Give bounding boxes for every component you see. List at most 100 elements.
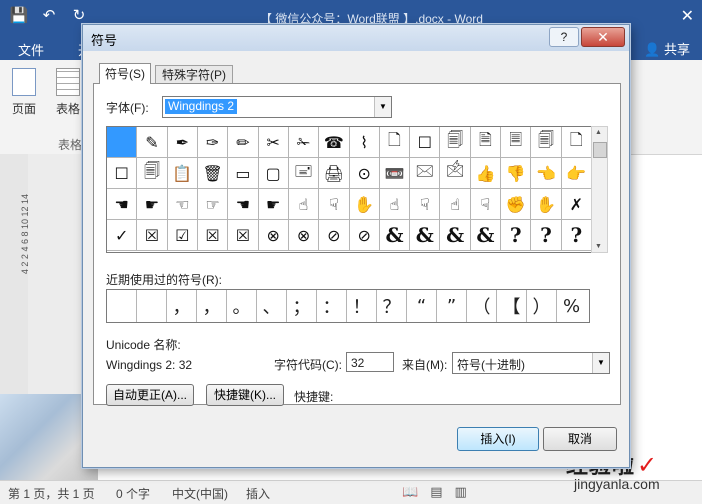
tab-file[interactable]: 文件 — [18, 40, 44, 59]
symbol-cell[interactable]: ✋ — [349, 189, 380, 220]
recent-symbol-cell[interactable]: （ — [467, 290, 497, 322]
symbol-cell[interactable]: ✑ — [197, 127, 229, 158]
symbol-cell[interactable]: ✒ — [167, 127, 198, 158]
symbol-cell[interactable]: & — [379, 220, 411, 251]
from-select[interactable]: 符号(十进制) ▼ — [452, 352, 610, 374]
symbol-cell[interactable]: ☐ — [410, 127, 441, 158]
share-button[interactable]: 👤 共享 — [638, 37, 696, 60]
symbol-cell[interactable]: 🖄 — [440, 158, 471, 189]
symbol-grid-scrollbar[interactable]: ▲ ▼ — [591, 126, 608, 253]
recent-symbol-cell[interactable]: ， — [197, 290, 227, 322]
symbol-cell[interactable]: ☎ — [319, 127, 350, 158]
symbol-cell[interactable]: ▭ — [228, 158, 259, 189]
symbol-cell[interactable]: 🗐 — [137, 158, 168, 189]
symbol-cell[interactable]: 🗑 — [197, 158, 229, 189]
scroll-up-icon[interactable]: ▲ — [595, 129, 602, 136]
recent-symbol-cell[interactable] — [137, 290, 167, 322]
recent-symbol-cell[interactable] — [107, 290, 137, 322]
symbol-cell[interactable]: 👉 — [561, 158, 592, 189]
symbol-cell[interactable]: ✏ — [228, 127, 259, 158]
symbol-cell[interactable]: 🗐 — [531, 127, 562, 158]
symbol-cell[interactable]: ☟ — [470, 189, 502, 220]
symbol-cell[interactable]: ☐ — [107, 158, 138, 189]
status-language[interactable]: 中文(中国) — [172, 485, 228, 502]
symbol-cell[interactable]: ✊ — [501, 189, 532, 220]
character-code-input[interactable]: 32 — [346, 352, 394, 372]
symbol-cell[interactable]: ☛ — [258, 189, 289, 220]
symbol-cell[interactable]: & — [410, 220, 441, 251]
symbol-cell[interactable]: ▢ — [258, 158, 289, 189]
symbol-cell[interactable]: 📼 — [379, 158, 411, 189]
web-layout-icon[interactable]: ▥ — [454, 484, 466, 500]
close-button[interactable]: ✕ — [581, 27, 625, 47]
symbol-cell[interactable]: 🗋 — [561, 127, 592, 158]
symbol-cell[interactable]: ? — [561, 220, 592, 251]
recent-symbol-cell[interactable]: ） — [527, 290, 557, 322]
symbol-cell[interactable]: & — [440, 220, 471, 251]
redo-icon[interactable]: ↻ — [68, 6, 90, 24]
symbol-cell[interactable]: ✋ — [531, 189, 562, 220]
scroll-down-icon[interactable]: ▼ — [595, 243, 602, 250]
symbol-cell[interactable]: ? — [531, 220, 562, 251]
symbol-cell[interactable]: & — [470, 220, 502, 251]
cancel-button[interactable]: 取消 — [543, 427, 617, 451]
symbol-cell[interactable]: ☝ — [379, 189, 411, 220]
symbol-cell[interactable]: ☝ — [288, 189, 320, 220]
font-select[interactable]: Wingdings 2 ▼ — [162, 96, 392, 118]
recent-symbol-cell[interactable]: ？ — [377, 290, 407, 322]
symbol-cell[interactable]: ☟ — [410, 189, 441, 220]
symbol-cell[interactable]: ☒ — [197, 220, 229, 251]
recent-symbol-cell[interactable]: 。 — [227, 290, 257, 322]
help-button[interactable]: ? — [549, 27, 579, 47]
symbol-cell[interactable]: 👍 — [470, 158, 502, 189]
tab-special-characters[interactable]: 特殊字符(P) — [155, 65, 233, 84]
recent-symbol-cell[interactable]: “ — [407, 290, 437, 322]
recent-symbol-cell[interactable]: ， — [167, 290, 197, 322]
symbol-cell[interactable]: ? — [501, 220, 532, 251]
autocorrect-button[interactable]: 自动更正(A)... — [106, 384, 194, 406]
symbol-cell[interactable]: ☞ — [197, 189, 229, 220]
tab-symbol[interactable]: 符号(S) — [99, 63, 151, 84]
status-word-count[interactable]: 0 个字 — [116, 485, 150, 502]
symbol-cell[interactable]: ✎ — [137, 127, 168, 158]
symbol-cell[interactable]: ⊘ — [349, 220, 380, 251]
print-layout-icon[interactable]: ▤ — [430, 484, 442, 500]
table-button[interactable]: 表格 — [52, 68, 84, 117]
save-icon[interactable]: 💾 — [8, 6, 30, 24]
insert-button[interactable]: 插入(I) — [457, 427, 539, 451]
symbol-cell[interactable]: ✗ — [561, 189, 592, 220]
symbol-cell[interactable]: ⊗ — [258, 220, 289, 251]
symbol-cell[interactable]: 🖨 — [319, 158, 350, 189]
symbol-cell[interactable]: 🗐 — [440, 127, 471, 158]
symbol-cell[interactable]: 🗋 — [379, 127, 411, 158]
symbol-cell[interactable]: ⊗ — [288, 220, 320, 251]
symbol-cell[interactable]: ☑ — [167, 220, 198, 251]
scrollbar-thumb[interactable] — [593, 142, 607, 158]
chevron-down-icon[interactable]: ▼ — [374, 97, 391, 117]
symbol-cell[interactable]: 📋 — [167, 158, 198, 189]
symbol-cell[interactable]: ☜ — [167, 189, 198, 220]
symbol-cell[interactable]: 🖃 — [288, 158, 320, 189]
recent-symbol-cell[interactable]: 、 — [257, 290, 287, 322]
undo-icon[interactable]: ↶ — [38, 6, 60, 24]
symbol-cell[interactable]: ☒ — [137, 220, 168, 251]
window-close-icon[interactable]: ✕ — [681, 6, 694, 26]
symbol-cell[interactable]: 👎 — [501, 158, 532, 189]
symbol-cell[interactable]: ☟ — [319, 189, 350, 220]
symbol-cell[interactable]: ☚ — [107, 189, 138, 220]
symbol-cell[interactable]: ☒ — [228, 220, 259, 251]
recent-symbol-cell[interactable]: ！ — [347, 290, 377, 322]
recent-symbol-cell[interactable]: % — [557, 290, 586, 322]
symbol-cell-selected[interactable] — [107, 127, 138, 158]
page-button[interactable]: 页面 — [8, 68, 40, 117]
symbol-cell[interactable]: 👈 — [531, 158, 562, 189]
status-insert-mode[interactable]: 插入 — [246, 485, 270, 502]
symbol-cell[interactable]: ⊙ — [349, 158, 380, 189]
symbol-cell[interactable]: ✁ — [288, 127, 320, 158]
symbol-cell[interactable]: ☛ — [137, 189, 168, 220]
recent-symbol-cell[interactable]: ： — [317, 290, 347, 322]
symbol-cell[interactable]: ⊘ — [319, 220, 350, 251]
recent-symbol-cell[interactable]: ； — [287, 290, 317, 322]
shortcut-key-button[interactable]: 快捷键(K)... — [206, 384, 284, 406]
recent-symbol-cell[interactable]: ” — [437, 290, 467, 322]
